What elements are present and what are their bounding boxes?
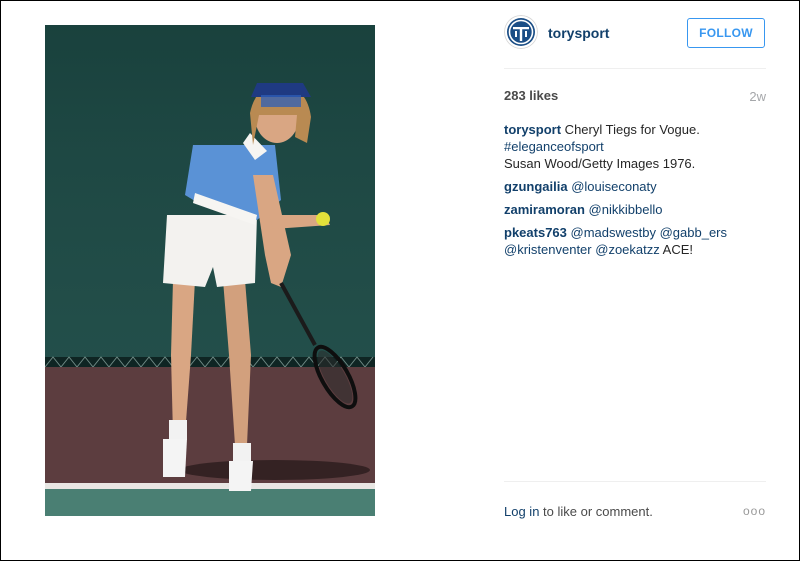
- caption-username[interactable]: torysport: [504, 122, 561, 137]
- list-item: zamiramoran @nikkibbello: [504, 201, 766, 218]
- comments-list: torysport Cheryl Tiegs for Vogue. #elega…: [504, 121, 766, 264]
- caption-text: Cheryl Tiegs for Vogue.: [561, 122, 700, 137]
- ellipsis-icon[interactable]: ooo: [743, 504, 766, 518]
- avatar[interactable]: [504, 15, 538, 49]
- comment-mention[interactable]: @gabb_ers: [660, 225, 727, 240]
- follow-button[interactable]: FOLLOW: [687, 18, 765, 48]
- comment-mention[interactable]: @kristenventer: [504, 242, 592, 257]
- post-container: torysport FOLLOW 283 likes 2w torysport …: [0, 0, 800, 561]
- comment-username[interactable]: pkeats763: [504, 225, 567, 240]
- caption-credit: Susan Wood/Getty Images 1976.: [504, 156, 696, 171]
- comment-mention[interactable]: @zoekatzz: [595, 242, 660, 257]
- post-photo[interactable]: [45, 25, 375, 516]
- divider: [504, 481, 766, 482]
- comment-username[interactable]: zamiramoran: [504, 202, 585, 217]
- comment-mention[interactable]: @louiseconaty: [571, 179, 656, 194]
- post-sidebar: torysport FOLLOW 283 likes 2w torysport …: [504, 1, 766, 560]
- caption: torysport Cheryl Tiegs for Vogue. #elega…: [504, 121, 766, 172]
- post-time[interactable]: 2w: [749, 89, 766, 104]
- divider: [504, 68, 766, 69]
- post-footer: Log in to like or comment. ooo: [504, 504, 766, 524]
- comment-text: ACE!: [662, 242, 693, 257]
- list-item: gzungailia @louiseconaty: [504, 178, 766, 195]
- comment-username[interactable]: gzungailia: [504, 179, 568, 194]
- tennis-photo-illustration: [45, 25, 375, 516]
- login-link[interactable]: Log in: [504, 504, 539, 519]
- login-prompt-text: to like or comment.: [539, 504, 653, 519]
- post-username[interactable]: torysport: [548, 25, 609, 41]
- comment-mention[interactable]: @nikkibbello: [589, 202, 663, 217]
- comment-mention[interactable]: @madswestby: [571, 225, 656, 240]
- list-item: pkeats763 @madswestby @gabb_ers @kristen…: [504, 224, 766, 258]
- post-header: torysport FOLLOW: [504, 15, 766, 51]
- likes-count[interactable]: 283 likes: [504, 88, 558, 103]
- caption-hashtag[interactable]: #eleganceofsport: [504, 139, 604, 154]
